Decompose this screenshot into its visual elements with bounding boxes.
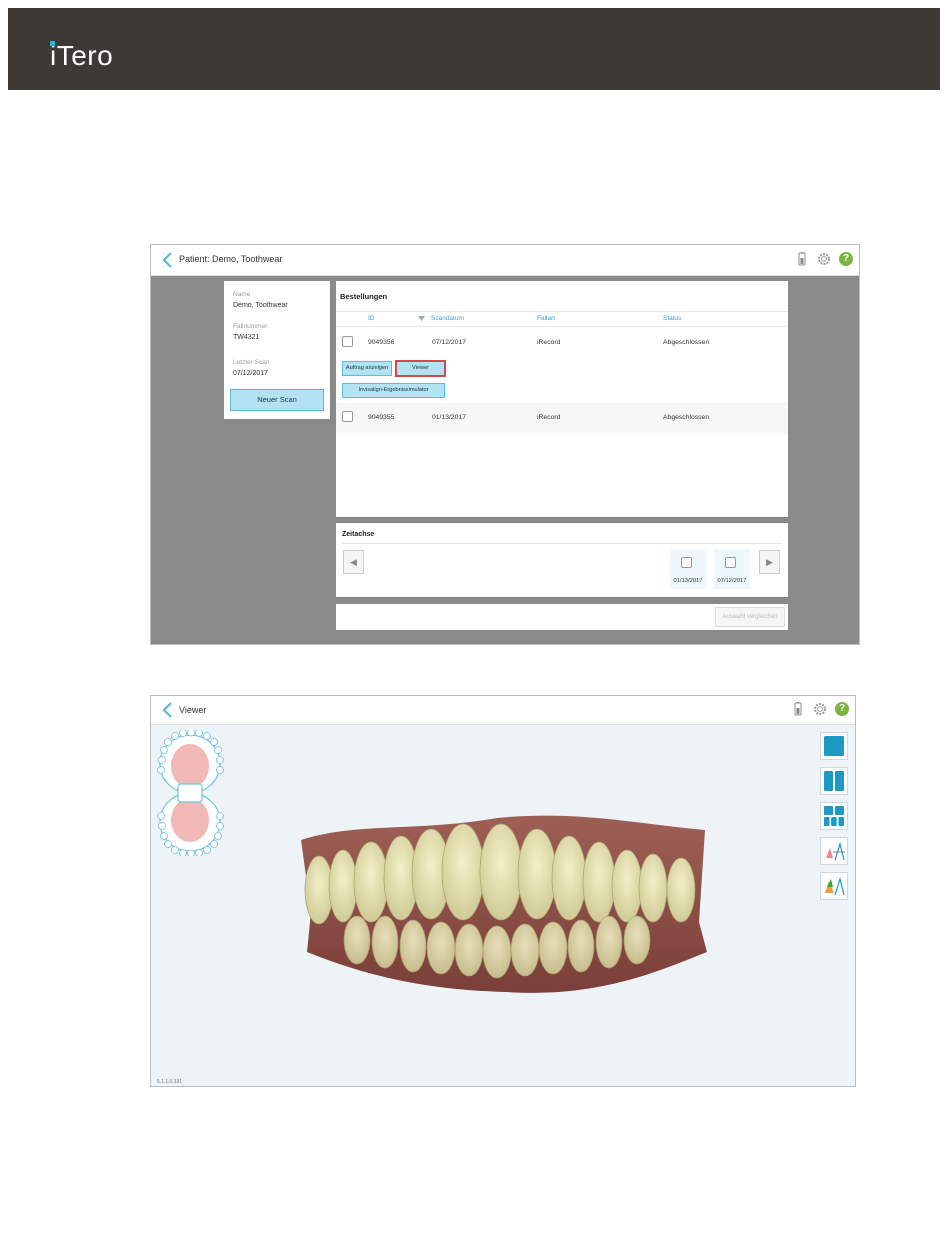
header-banner: iTero [8, 8, 940, 90]
viewer-button[interactable]: Viewer [395, 360, 446, 377]
single-view-icon [824, 736, 844, 756]
column-scan-date[interactable]: Scandatum [431, 315, 464, 322]
logo-dot [50, 41, 55, 46]
row-checkbox[interactable] [342, 411, 353, 422]
name-label: Name [233, 291, 251, 298]
top-bar: Patient: Demo, Toothwear ? [151, 245, 859, 276]
timeline-panel: Zeitachse ◀ 01/13/2017 07/12/2017 ▶ [336, 523, 788, 597]
back-arrow-icon[interactable] [161, 251, 175, 269]
logo-text: iTero [50, 40, 114, 71]
column-status[interactable]: Status [663, 315, 681, 322]
row-checkbox[interactable] [342, 336, 353, 347]
order-date: 07/12/2017 [432, 339, 467, 346]
patient-name: Demo, Toothwear [233, 302, 288, 309]
invisalign-simulator-button[interactable]: Invisalign-Ergebnissimulator [342, 383, 445, 398]
version-label: 5.1.1.0.331 [157, 1079, 183, 1085]
timeline-item[interactable]: 01/13/2017 [670, 549, 706, 589]
order-status: Abgeschlossen [663, 414, 710, 421]
view-order-button[interactable]: Auftrag anzeigen [342, 361, 392, 376]
orders-table-header: ID Scandatum Fallart Status [336, 311, 788, 327]
viewer-screenshot: Viewer ? 5.1.1.0.331 [150, 695, 856, 1087]
battery-icon [794, 702, 802, 716]
chevron-left-icon: ◀ [350, 557, 357, 567]
compare-bar: Auswahl vergleichen [336, 604, 788, 630]
orders-panel: Bestellungen ID Scandatum Fallart Status… [336, 281, 788, 517]
order-id: 9049355 [368, 414, 395, 421]
two-view-icon [824, 771, 844, 791]
order-date: 01/13/2017 [432, 414, 467, 421]
last-scan-label: Letzter Scan [233, 359, 270, 366]
3d-teeth-model[interactable] [297, 812, 709, 1002]
case-number: TW4321 [233, 334, 260, 341]
new-scan-button[interactable]: Neuer Scan [230, 389, 324, 411]
five-view-button[interactable] [820, 802, 848, 830]
timeline-date: 07/12/2017 [717, 578, 747, 584]
timeline-item[interactable]: 07/12/2017 [714, 549, 750, 589]
compare-selection-button[interactable]: Auswahl vergleichen [715, 607, 785, 627]
divider [342, 543, 782, 544]
itero-logo: iTero [50, 38, 130, 74]
table-row[interactable]: 9049355 01/13/2017 iRecord Abgeschlossen [336, 403, 788, 433]
timeline-date: 01/13/2017 [673, 578, 703, 584]
two-view-button[interactable] [820, 767, 848, 795]
order-type: iRecord [537, 339, 561, 346]
column-id[interactable]: ID [368, 315, 375, 322]
occlusion-tool-icon [826, 841, 845, 861]
colored-occlusion-button[interactable] [820, 872, 848, 900]
last-scan-date: 07/12/2017 [233, 370, 269, 377]
case-number-label: Fallnummer [233, 323, 268, 330]
single-view-button[interactable] [820, 732, 848, 760]
five-view-icon [824, 806, 844, 826]
chevron-right-icon: ▶ [766, 557, 773, 567]
help-icon[interactable]: ? [839, 252, 853, 266]
patient-info-card: Name Demo, Toothwear Fallnummer TW4321 L… [224, 281, 330, 419]
page-title: Viewer [179, 705, 207, 715]
column-case-type[interactable]: Fallart [537, 315, 555, 322]
timeline-checkbox[interactable] [725, 557, 736, 568]
order-status: Abgeschlossen [663, 339, 710, 346]
order-id: 9049356 [368, 339, 395, 346]
table-row[interactable]: 9049356 07/12/2017 iRecord Abgeschlossen [336, 328, 788, 358]
timeline-prev-button[interactable]: ◀ [343, 550, 364, 574]
battery-icon [798, 252, 806, 266]
back-arrow-icon[interactable] [161, 701, 175, 719]
colored-occlusion-icon [825, 876, 845, 896]
gear-icon[interactable] [817, 252, 831, 266]
jaw-navigation-icon[interactable] [156, 730, 228, 856]
timeline-next-button[interactable]: ▶ [759, 550, 780, 574]
page-title: Patient: Demo, Toothwear [179, 254, 283, 264]
timeline-title: Zeitachse [342, 531, 375, 538]
orders-title: Bestellungen [340, 292, 388, 301]
top-bar: Viewer ? [151, 696, 855, 725]
patient-screenshot: Patient: Demo, Toothwear ? Name Demo, To… [150, 244, 860, 645]
help-icon[interactable]: ? [835, 702, 849, 716]
occlusion-tool-button[interactable] [820, 837, 848, 865]
timeline-checkbox[interactable] [681, 557, 692, 568]
gear-icon[interactable] [813, 702, 827, 716]
order-type: iRecord [537, 414, 561, 421]
sort-down-icon[interactable] [418, 316, 425, 321]
